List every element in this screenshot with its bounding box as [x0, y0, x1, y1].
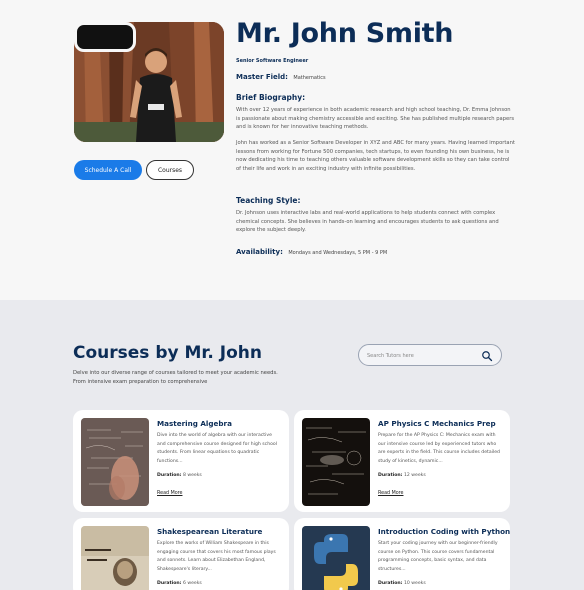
duration-label: Duration:: [378, 473, 403, 478]
course-duration: Duration: 10 weeks: [378, 581, 426, 586]
course-description: Explore the works of William Shakespeare…: [157, 541, 276, 572]
course-description: Prepare for the AP Physics C: Mechanics …: [378, 433, 500, 464]
duration-label: Duration:: [378, 581, 403, 586]
search-box: [358, 344, 502, 366]
duration-label: Duration:: [157, 473, 182, 478]
bio-paragraph-1: With over 12 years of experience in both…: [236, 107, 515, 131]
course-thumbnail-algebra: [81, 418, 149, 506]
courses-subtitle: Delve into our diverse range of courses …: [73, 370, 278, 385]
courses-title: Courses by Mr. John: [73, 343, 262, 363]
search-input[interactable]: [367, 350, 477, 362]
course-card-python[interactable]: Introduction Coding with Python Start yo…: [294, 518, 510, 590]
read-more-link[interactable]: Read More: [378, 491, 403, 496]
read-more-link[interactable]: Read More: [157, 491, 182, 496]
course-duration: Duration: 8 weeks: [157, 473, 202, 478]
courses-section: Courses by Mr. John Delve into our diver…: [0, 300, 584, 590]
availability: Availability: Mondays and Wednesdays, 5 …: [236, 248, 387, 256]
teaching-paragraph: Dr. Johnson uses interactive labs and re…: [236, 210, 499, 234]
course-card-shakespeare[interactable]: Shakespearean Literature Explore the wor…: [73, 518, 289, 590]
profile-section: Schedule A Call Courses Mr. John Smith S…: [0, 0, 584, 300]
course-thumbnail-physics: [302, 418, 370, 506]
schedule-call-button[interactable]: Schedule A Call: [74, 160, 142, 180]
bio-heading: Brief Biography:: [236, 93, 306, 102]
photo-badge: [74, 22, 136, 52]
profile-photo-wrap: [74, 22, 224, 142]
search-icon[interactable]: [481, 350, 493, 362]
page-title: Mr. John Smith: [236, 18, 454, 49]
master-field-value: Mathematics: [293, 75, 326, 81]
duration-value: 12 weeks: [403, 473, 426, 478]
availability-value: Mondays and Wednesdays, 5 PM - 9 PM: [288, 250, 388, 256]
bio-paragraph-2: John has worked as a Senior Software Dev…: [236, 140, 515, 173]
master-field: Master Field: Mathematics: [236, 73, 326, 81]
course-card-algebra[interactable]: Mastering Algebra Dive into the world of…: [73, 410, 289, 512]
course-title[interactable]: Introduction Coding with Python: [378, 527, 510, 536]
availability-label: Availability:: [236, 248, 283, 256]
course-duration: Duration: 6 weeks: [157, 581, 202, 586]
course-thumbnail-shakespeare: [81, 526, 149, 590]
course-title[interactable]: AP Physics C Mechanics Prep: [378, 419, 496, 428]
teaching-heading: Teaching Style:: [236, 196, 301, 205]
duration-value: 6 weeks: [182, 581, 202, 586]
course-title[interactable]: Mastering Algebra: [157, 419, 232, 428]
duration-value: 8 weeks: [182, 473, 202, 478]
duration-value: 10 weeks: [403, 581, 426, 586]
duration-label: Duration:: [157, 581, 182, 586]
course-description: Dive into the world of algebra with our …: [157, 433, 278, 464]
master-field-label: Master Field:: [236, 73, 288, 81]
courses-button[interactable]: Courses: [146, 160, 194, 180]
course-thumbnail-python: [302, 526, 370, 590]
job-role: Senior Software Engineer: [236, 58, 309, 64]
course-description: Start your coding journey with our begin…: [378, 541, 498, 572]
course-duration: Duration: 12 weeks: [378, 473, 426, 478]
course-card-physics[interactable]: AP Physics C Mechanics Prep Prepare for …: [294, 410, 510, 512]
course-title[interactable]: Shakespearean Literature: [157, 527, 262, 536]
